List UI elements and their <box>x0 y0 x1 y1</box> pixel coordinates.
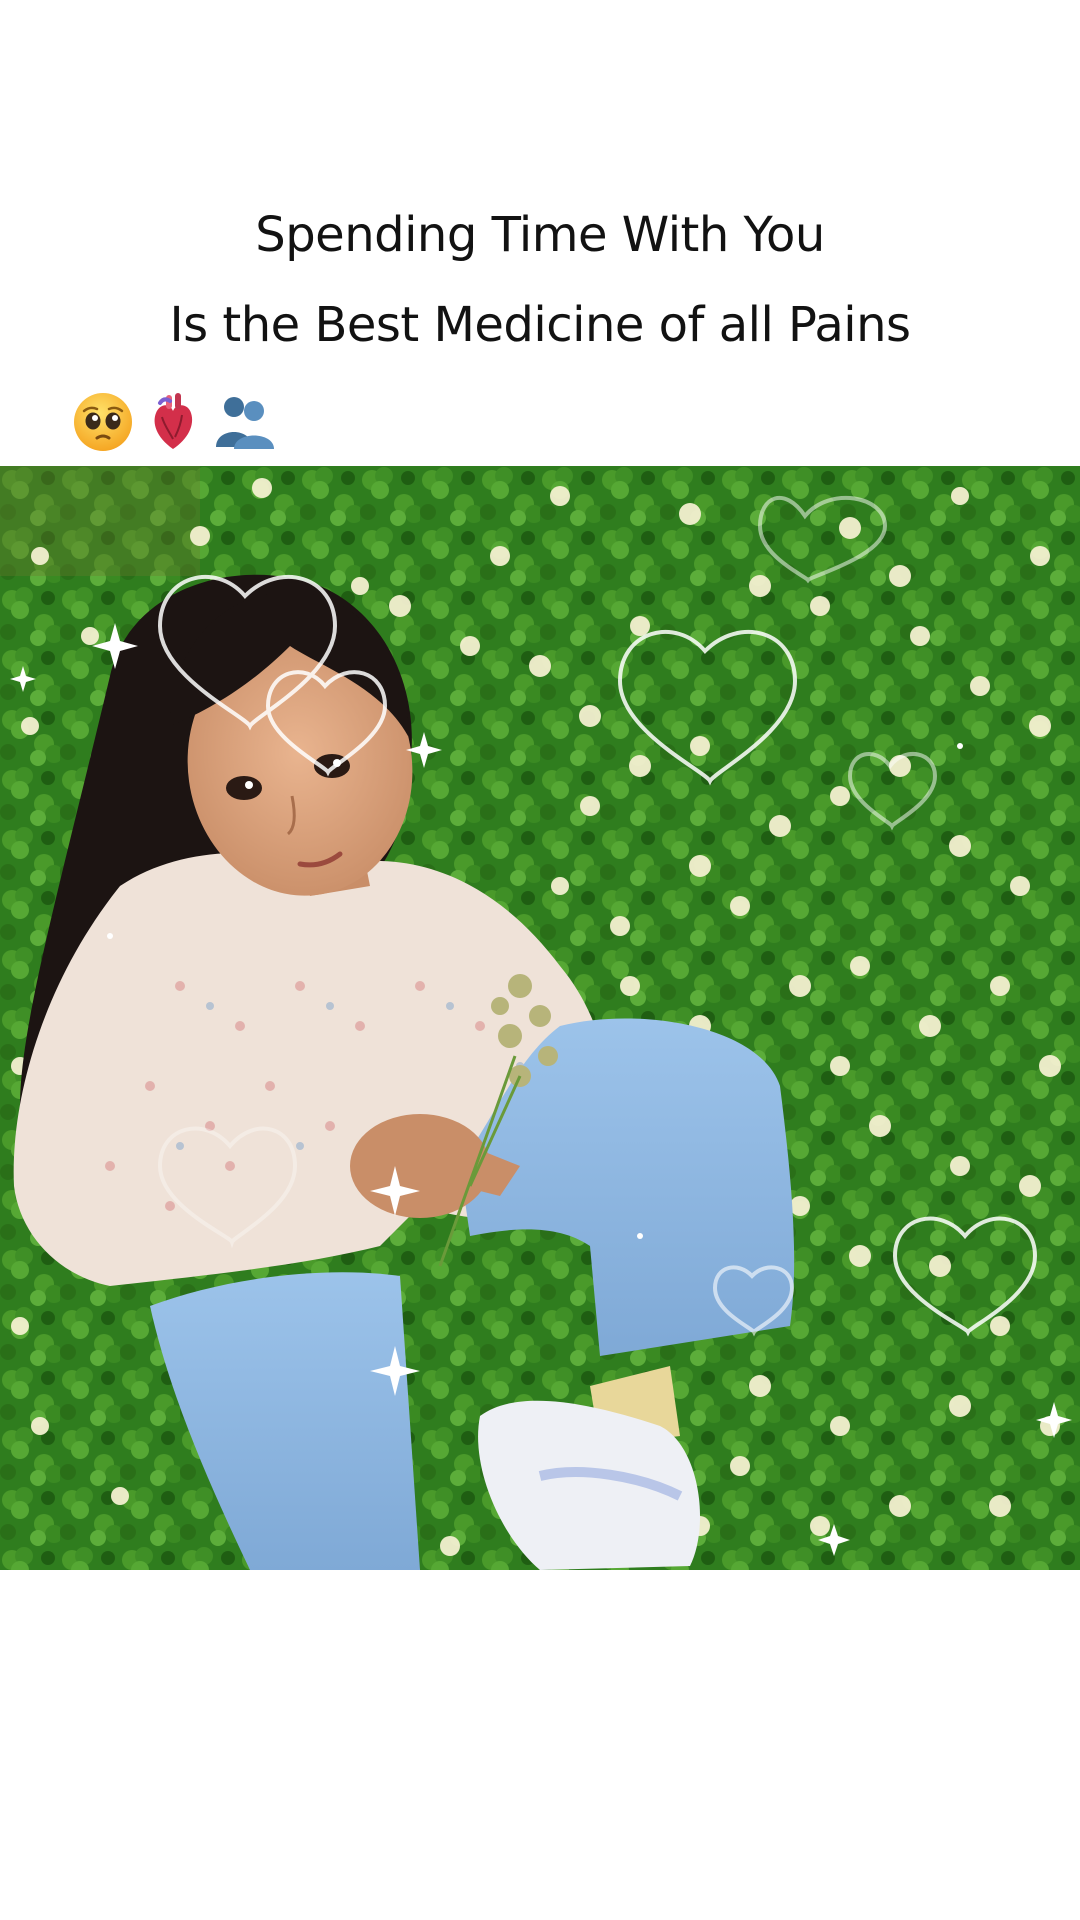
caption: Spending Time With You Is the Best Medic… <box>0 190 1080 370</box>
pleading-face-icon <box>74 393 132 451</box>
anatomical-heart-icon <box>154 393 193 449</box>
caption-line-1: Spending Time With You <box>255 207 825 263</box>
photo <box>0 466 1080 1570</box>
emoji-row <box>72 390 278 454</box>
girl-in-clover-photo <box>0 466 1080 1570</box>
caption-line-2: Is the Best Medicine of all Pains <box>169 297 911 353</box>
busts-in-silhouette-icon <box>216 397 274 449</box>
